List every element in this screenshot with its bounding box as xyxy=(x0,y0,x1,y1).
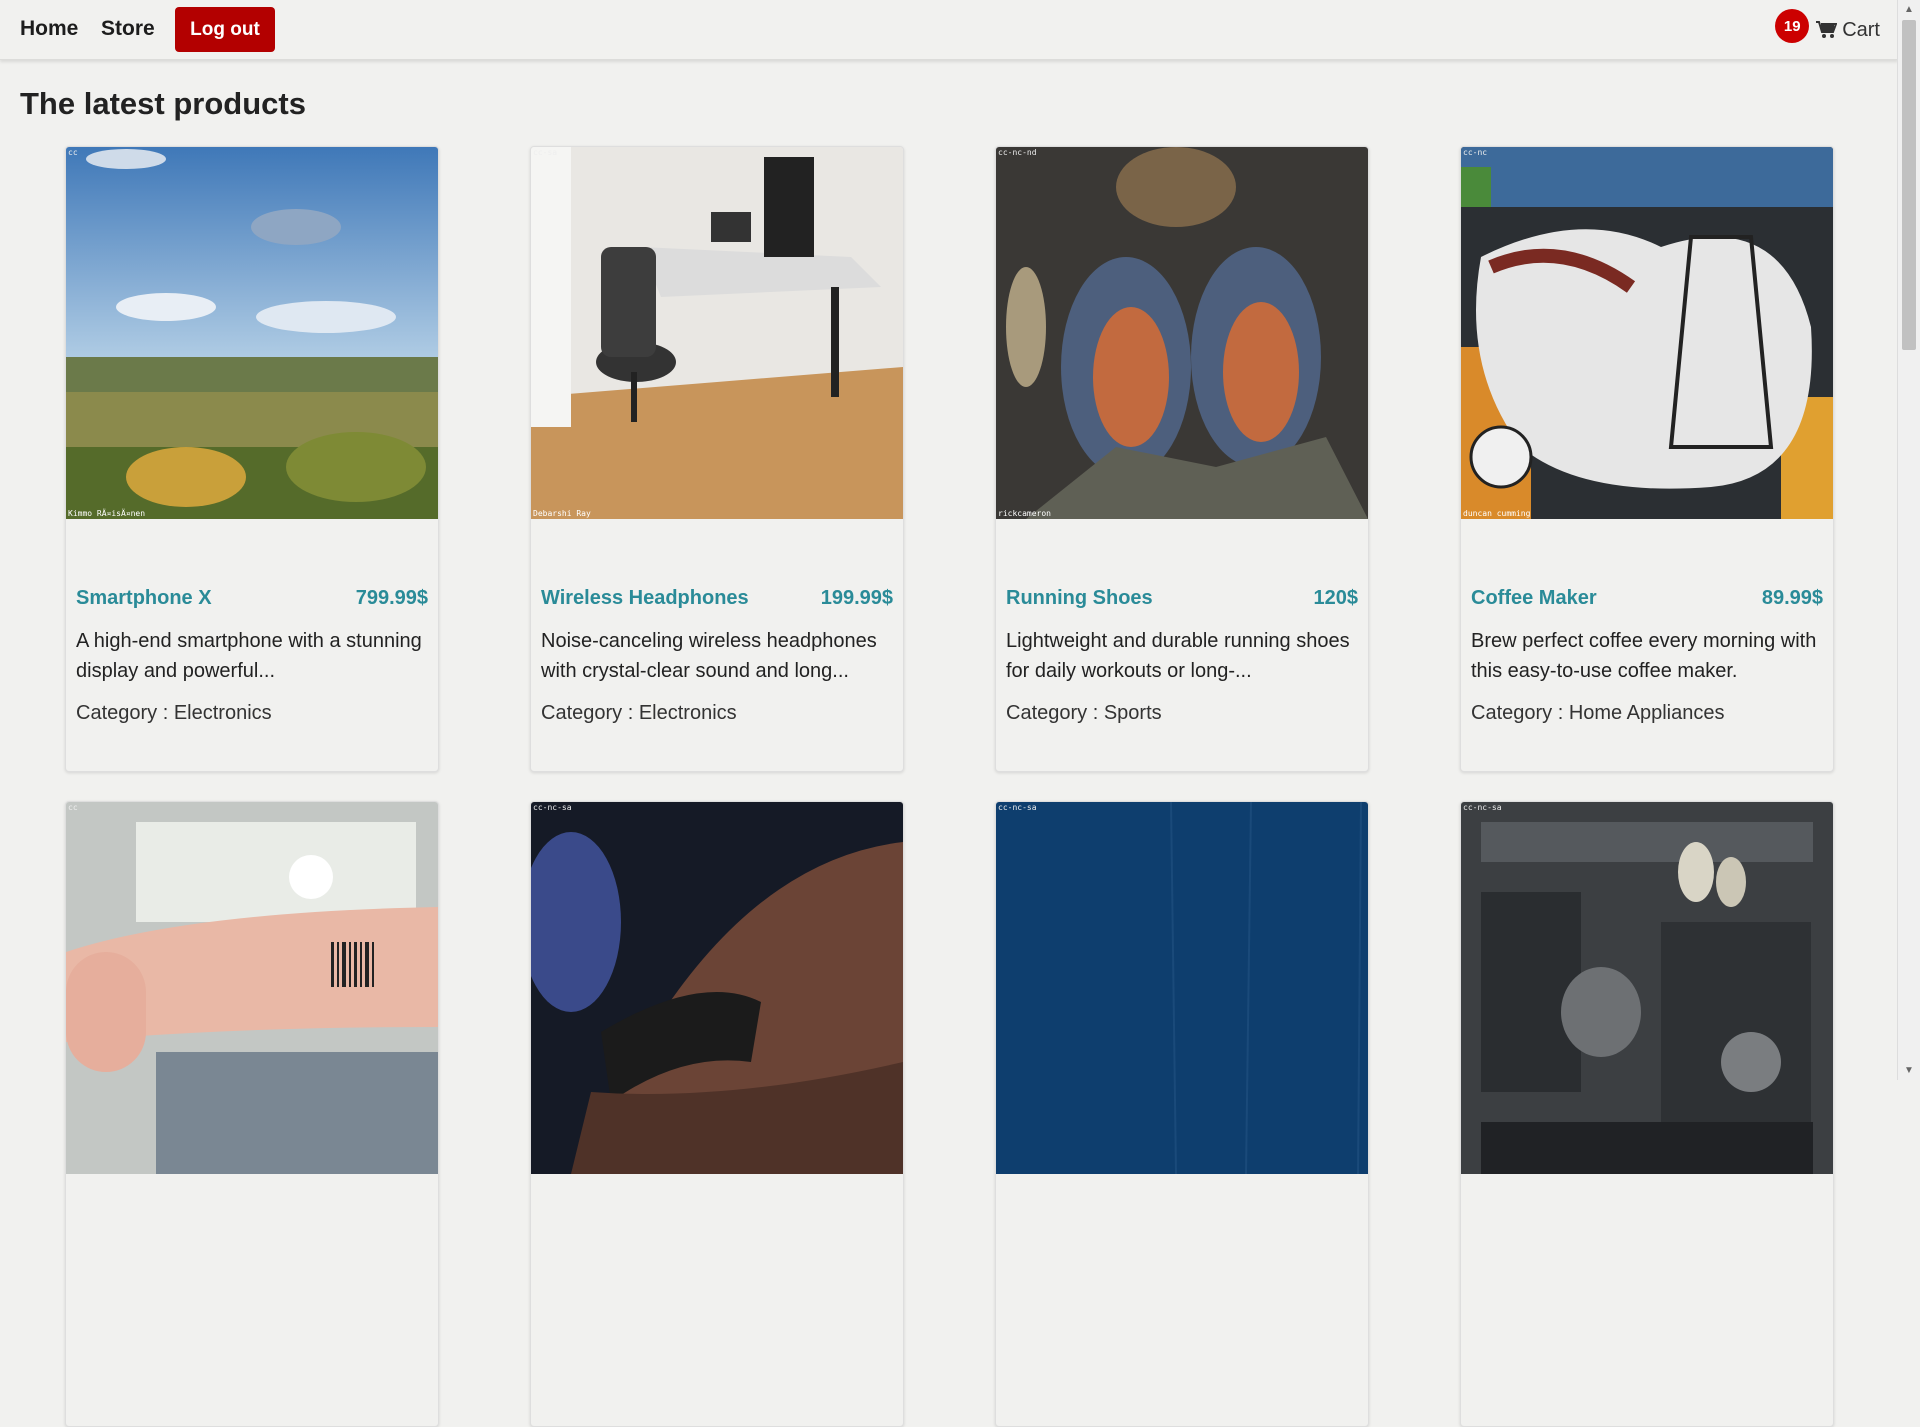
product-card[interactable]: cc xyxy=(65,801,439,1427)
category-value: Electronics xyxy=(173,702,272,724)
product-image[interactable]: cc-nc-nd rickcameron xyxy=(996,147,1368,519)
product-card[interactable]: cc-sa Debarshi Ray Wireless Headphones 1… xyxy=(530,146,904,772)
nav-home-link[interactable]: Home xyxy=(20,17,78,41)
cart-count-badge: 19 xyxy=(1775,9,1810,43)
category-prefix: Category : xyxy=(541,702,639,724)
photo-credit: rickcameron xyxy=(998,509,1051,518)
product-description: Noise-canceling wireless headphones with… xyxy=(541,630,877,682)
license-label: cc-sa xyxy=(533,148,558,157)
product-name[interactable]: Coffee Maker xyxy=(1471,587,1597,610)
product-category: Category : Sports xyxy=(1006,702,1162,725)
product-price: 199.99$ xyxy=(820,587,893,609)
product-card[interactable]: cc-nc-sa xyxy=(995,801,1369,1427)
category-value: Electronics xyxy=(638,702,737,724)
product-card[interactable]: cc Kimmo RÄ¤isÄ¤nen Smartphone X 799.99$… xyxy=(65,146,439,772)
product-card[interactable]: cc-nc duncan cumming Coffee Maker 89.99$… xyxy=(1460,146,1834,772)
product-price: 799.99$ xyxy=(355,587,428,609)
product-price: 120$ xyxy=(1313,587,1359,609)
product-image[interactable]: cc Kimmo RÄ¤isÄ¤nen xyxy=(66,147,438,519)
product-category: Category : Electronics xyxy=(541,702,737,725)
scrollbar-thumb[interactable] xyxy=(1902,20,1916,350)
license-label: cc-nc-sa xyxy=(533,803,572,812)
product-card[interactable]: cc-nc-sa xyxy=(530,801,904,1427)
category-value: Sports xyxy=(1103,702,1162,724)
page-title: The latest products xyxy=(20,86,306,121)
license-label: cc-nc-sa xyxy=(998,803,1037,812)
license-label: cc-nc-sa xyxy=(1463,803,1502,812)
product-name[interactable]: Wireless Headphones xyxy=(541,587,749,610)
top-navbar: Home Store Log out 19 Cart xyxy=(0,0,1898,60)
photo-credit: Debarshi Ray xyxy=(533,509,591,518)
cart-button[interactable]: 19 Cart xyxy=(1775,9,1880,50)
product-name[interactable]: Smartphone X xyxy=(76,587,212,610)
license-label: cc-nc xyxy=(1463,148,1488,157)
page-scrollbar[interactable]: ▲ ▼ xyxy=(1897,0,1920,1080)
product-category: Category : Home Appliances xyxy=(1471,702,1724,725)
license-label: cc xyxy=(68,148,78,157)
product-image[interactable]: cc-nc-sa xyxy=(531,802,903,1174)
nav-store-link[interactable]: Store xyxy=(101,17,155,41)
category-prefix: Category : xyxy=(76,702,174,724)
license-label: cc xyxy=(68,803,78,812)
category-prefix: Category : xyxy=(1006,702,1104,724)
product-price: 89.99$ xyxy=(1761,587,1823,609)
logout-button[interactable]: Log out xyxy=(175,7,275,52)
product-image[interactable]: cc-nc duncan cumming xyxy=(1461,147,1833,519)
photo-credit: duncan cumming xyxy=(1463,509,1531,518)
product-card[interactable]: cc-nc-nd rickcameron Running Shoes 120$ … xyxy=(995,146,1369,772)
shopping-cart-icon xyxy=(1816,21,1838,38)
scroll-down-arrow-icon[interactable]: ▼ xyxy=(1904,1065,1914,1076)
product-description: Lightweight and durable running shoes fo… xyxy=(1006,630,1350,682)
product-description: A high-end smartphone with a stunning di… xyxy=(76,630,422,682)
product-card[interactable]: cc-nc-sa xyxy=(1460,801,1834,1427)
product-image[interactable]: cc-sa Debarshi Ray xyxy=(531,147,903,519)
license-label: cc-nc-nd xyxy=(998,148,1037,157)
cart-label: Cart xyxy=(1842,18,1880,41)
category-prefix: Category : xyxy=(1471,702,1569,724)
product-category: Category : Electronics xyxy=(76,702,272,725)
category-value: Home Appliances xyxy=(1568,702,1725,724)
photo-credit: Kimmo RÄ¤isÄ¤nen xyxy=(68,509,146,518)
product-name[interactable]: Running Shoes xyxy=(1006,587,1153,610)
product-image[interactable]: cc-nc-sa xyxy=(996,802,1368,1174)
scroll-up-arrow-icon[interactable]: ▲ xyxy=(1904,4,1914,15)
product-description: Brew perfect coffee every morning with t… xyxy=(1471,630,1817,682)
product-image[interactable]: cc-nc-sa xyxy=(1461,802,1833,1174)
product-image[interactable]: cc xyxy=(66,802,438,1174)
